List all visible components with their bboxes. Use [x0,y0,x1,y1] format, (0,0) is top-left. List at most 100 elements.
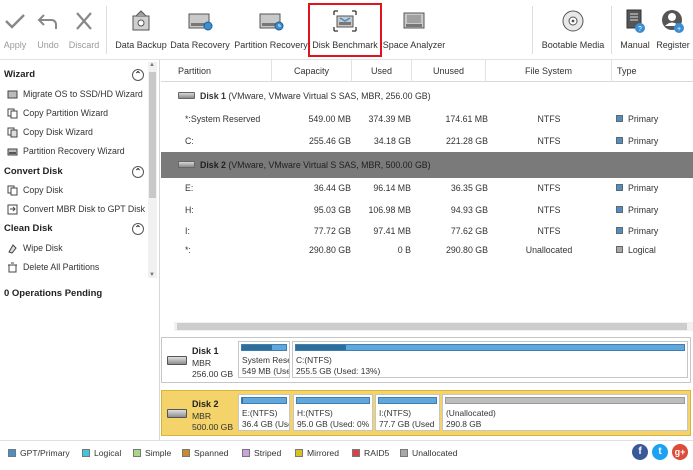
disk1-label: Disk 1 [200,91,226,101]
legend-swatch [352,448,360,457]
table-scroll-thumb[interactable] [177,323,687,330]
partition-file-system: NTFS [537,205,561,215]
table-row[interactable]: *: 290.80 GB 0 B 290.80 GB Unallocated L… [161,239,693,261]
clean-disk-section-header[interactable]: Clean Disk ⌃ [0,220,148,238]
facebook-icon[interactable]: f [632,444,648,460]
toolbar: Apply Undo Discard Data Backup Data Reco… [0,0,693,60]
toolbar-divider [106,6,107,54]
register-button[interactable]: + Register [654,0,692,60]
usage-bar [378,397,437,404]
partition-file-system: NTFS [537,136,561,146]
copy-partition-wizard-item[interactable]: Copy Partition Wizard [0,104,148,123]
column-header-file-system[interactable]: File System [486,60,612,82]
usage-fill [296,345,347,350]
data-recovery-icon [187,0,213,36]
collapse-icon[interactable]: ⌃ [132,166,144,178]
partition-type: Logical [628,245,656,255]
column-header-unused[interactable]: Unused [412,60,486,82]
disk2-info: Disk 2 MBR 500.00 GB [162,391,236,435]
partition-block[interactable]: I:(NTFS) 77.7 GB (Used [375,394,440,431]
table-row[interactable]: *:System Reserved 549.00 MB 374.39 MB 17… [161,108,693,130]
disk2-row[interactable]: Disk 2 (VMware, VMware Virtual S SAS, MB… [161,152,693,178]
partition-used: 374.39 MB [368,114,411,124]
sidebar-scroll-thumb[interactable] [149,72,156,198]
action-sidebar: Wizard ⌃ Migrate OS to SSD/HD Wizard Cop… [0,60,160,440]
partition-used: 34.18 GB [373,136,411,146]
disk2-map[interactable]: Disk 2 MBR 500.00 GB E:(NTFS) 36.4 GB (U… [161,390,691,436]
legend-item: Mirrored [295,448,339,458]
data-recovery-button[interactable]: Data Recovery [170,0,230,60]
bootable-media-button[interactable]: Bootable Media [540,0,606,60]
data-backup-button[interactable]: Data Backup [115,0,167,60]
primary-type-swatch [616,115,623,123]
apply-button[interactable]: Apply [2,0,28,60]
legend-bar: GPT/Primary Logical Simple Spanned Strip… [0,440,693,470]
table-row[interactable]: C: 255.46 GB 34.18 GB 221.28 GB NTFS Pri… [161,130,693,152]
legend-item: Logical [82,448,121,458]
undo-button[interactable]: Undo [35,0,61,60]
column-header-capacity[interactable]: Capacity [272,60,352,82]
scroll-down-icon[interactable]: ▼ [149,272,155,278]
hard-disk-icon [167,409,187,418]
partition-recovery-button[interactable]: Partition Recovery [234,0,308,60]
toolbar-divider [611,6,612,54]
toolbar-divider [532,6,533,54]
wizard-section-title: Wizard [4,69,36,80]
data-backup-icon [129,0,153,36]
partition-type: Primary [628,114,659,124]
checkmark-icon [4,0,26,36]
space-analyzer-button[interactable]: Space Analyzer [383,0,445,60]
operations-pending: 0 Operations Pending [4,288,103,299]
migrate-os-wizard-item[interactable]: Migrate OS to SSD/HD Wizard [0,85,148,104]
usage-bar [296,397,370,404]
google-plus-icon[interactable]: g+ [672,444,688,460]
partition-unused: 290.80 GB [445,245,488,255]
table-row[interactable]: E: 36.44 GB 96.14 MB 36.35 GB NTFS Prima… [161,177,693,199]
copy-disk-wizard-item[interactable]: Copy Disk Wizard [0,123,148,142]
disk1-row[interactable]: Disk 1 (VMware, VMware Virtual S SAS, MB… [161,85,693,107]
partition-block[interactable]: H:(NTFS) 95.0 GB (Used: 0% [293,394,373,431]
legend-swatch [133,448,141,457]
primary-type-swatch [616,227,623,235]
usage-bar [241,344,287,351]
hard-disk-icon [178,161,195,168]
copy-disk-item[interactable]: Copy Disk [0,181,148,200]
partition-type: Primary [628,183,659,193]
partition-block[interactable]: (Unallocated) 290.8 GB [442,394,688,431]
wizard-section-header[interactable]: Wizard ⌃ [0,66,148,84]
legend-item: Spanned [182,448,228,458]
clean-disk-section-title: Clean Disk [4,223,53,234]
partition-capacity: 290.80 GB [308,245,351,255]
convert-mbr-to-gpt-item[interactable]: Convert MBR Disk to GPT Disk [0,200,148,219]
column-header-type[interactable]: Type [612,60,693,82]
discard-button[interactable]: Discard [68,0,100,60]
column-header-partition[interactable]: Partition [161,60,272,82]
trash-icon [8,262,17,273]
disk1-map[interactable]: Disk 1 MBR 256.00 GB System Rese 549 MB … [161,337,691,383]
partition-name: C: [185,136,194,146]
manual-button[interactable]: ? Manual [618,0,652,60]
collapse-icon[interactable]: ⌃ [132,223,144,235]
partition-unused: 94.93 GB [450,205,488,215]
wipe-disk-item[interactable]: Wipe Disk [0,239,148,258]
close-icon [74,0,94,36]
column-header-used[interactable]: Used [352,60,412,82]
partition-used: 0 B [397,245,411,255]
convert-disk-section-header[interactable]: Convert Disk ⌃ [0,163,148,181]
twitter-icon[interactable]: t [652,444,668,460]
delete-all-partitions-item[interactable]: Delete All Partitions [0,258,148,277]
legend-swatch [182,448,190,457]
partition-recovery-wizard-item[interactable]: Partition Recovery Wizard [0,142,148,161]
table-header: Partition Capacity Used Unused File Syst… [161,60,693,82]
scroll-up-icon[interactable]: ▲ [149,62,155,68]
partition-block[interactable]: C:(NTFS) 255.5 GB (Used: 13%) [292,341,688,378]
space-analyzer-icon [401,0,427,36]
partition-name: E: [185,183,194,193]
table-row[interactable]: H: 95.03 GB 106.98 MB 94.93 GB NTFS Prim… [161,199,693,221]
partition-block[interactable]: System Rese 549 MB (Use [238,341,290,378]
table-horizontal-scrollbar[interactable] [174,322,693,331]
sidebar-scrollbar[interactable]: ▲ ▼ [148,62,157,278]
legend-swatch [8,448,16,457]
collapse-icon[interactable]: ⌃ [132,69,144,81]
partition-block[interactable]: E:(NTFS) 36.4 GB (Use [238,394,290,431]
